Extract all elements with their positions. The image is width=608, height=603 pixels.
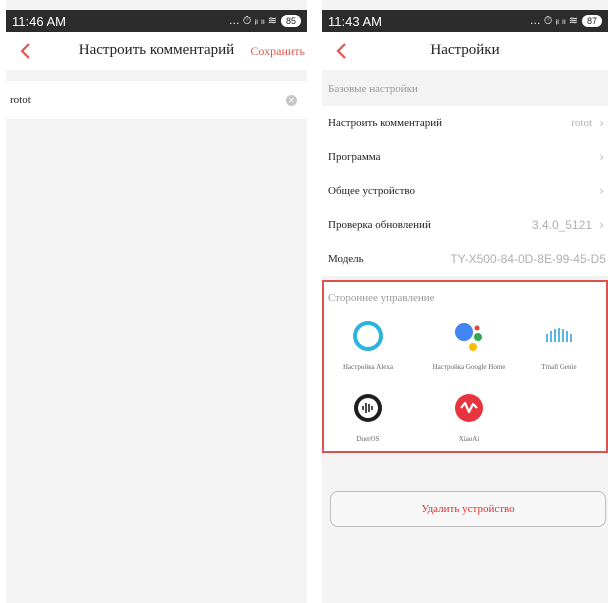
row-program[interactable]: Программа › bbox=[322, 140, 608, 174]
chevron-right-icon: › bbox=[599, 218, 604, 232]
alexa-setup[interactable]: Настройка Alexa bbox=[323, 320, 413, 371]
signal-wifi-icon: … ⏱ ᵢₗ ₗₗ ≋ bbox=[228, 15, 277, 27]
row-model: Модель TY-X500-84-0D-8E-99-45-D5 bbox=[322, 242, 608, 276]
row-value: rotot bbox=[571, 117, 592, 129]
settings-screen: 11:43 AM … ⏱ ᵢₗ ₗₗ ≋ 87 Настройки Базовы… bbox=[322, 0, 608, 603]
battery-icon: 87 bbox=[581, 15, 602, 27]
assistant-label: XiaoAi bbox=[458, 435, 480, 443]
row-value: 3.4.0_5121 bbox=[531, 218, 592, 232]
page-title: Настройки bbox=[430, 42, 500, 58]
delete-device-button[interactable]: Удалить устройство bbox=[330, 491, 606, 527]
google-home-setup[interactable]: Настройка Google Home bbox=[424, 320, 514, 371]
dueros-setup[interactable]: DuerOS bbox=[323, 392, 413, 443]
google-assistant-icon bbox=[455, 323, 482, 351]
xiaoai-setup[interactable]: XiaoAi bbox=[424, 392, 514, 443]
row-label: Программа bbox=[328, 151, 381, 163]
comment-screen: 11:46 AM … ⏱ ᵢₗ ₗₗ ≋ 85 Настроить коммен… bbox=[6, 0, 307, 603]
nav-bar: Настроить комментарий Сохранить bbox=[6, 32, 307, 70]
status-icons: … ⏱ ᵢₗ ₗₗ ≋ 87 bbox=[530, 14, 602, 28]
save-button[interactable]: Сохранить bbox=[250, 44, 305, 59]
third-party-control-section: Стороннее управление Настройка Alexa Нас… bbox=[322, 280, 608, 453]
tmall-genie-icon bbox=[546, 328, 572, 342]
dueros-icon bbox=[354, 394, 382, 422]
row-value: TY-X500-84-0D-8E-99-45-D5 bbox=[450, 252, 606, 266]
third-party-header: Стороннее управление bbox=[328, 292, 435, 304]
chevron-right-icon: › bbox=[599, 116, 604, 130]
assistant-label: DuerOS bbox=[356, 435, 380, 443]
row-label: Проверка обновлений bbox=[328, 219, 431, 231]
row-shared-device[interactable]: Общее устройство › bbox=[322, 174, 608, 208]
assistant-label: Tmall Genie bbox=[541, 363, 577, 371]
status-time: 11:46 AM bbox=[12, 13, 66, 29]
row-comment[interactable]: Настроить комментарий rotot › bbox=[322, 106, 608, 140]
clear-icon[interactable]: ✕ bbox=[286, 95, 297, 106]
chevron-right-icon: › bbox=[599, 150, 604, 164]
nav-bar: Настройки bbox=[322, 32, 608, 70]
row-label: Настроить комментарий bbox=[328, 117, 442, 129]
battery-icon: 85 bbox=[280, 15, 301, 27]
status-icons: … ⏱ ᵢₗ ₗₗ ≋ 85 bbox=[229, 14, 301, 28]
tmall-genie-setup[interactable]: Tmall Genie bbox=[514, 320, 604, 371]
alexa-icon bbox=[353, 321, 383, 351]
row-label: Модель bbox=[328, 253, 364, 265]
row-check-updates[interactable]: Проверка обновлений 3.4.0_5121 › bbox=[322, 208, 608, 242]
status-bar: 11:43 AM … ⏱ ᵢₗ ₗₗ ≋ 87 bbox=[322, 10, 608, 32]
comment-input-value[interactable]: rotot bbox=[10, 94, 31, 106]
xiaoai-icon bbox=[455, 394, 483, 422]
status-bar: 11:46 AM … ⏱ ᵢₗ ₗₗ ≋ 85 bbox=[6, 10, 307, 32]
basic-settings-header: Базовые настройки bbox=[328, 83, 418, 95]
status-time: 11:43 AM bbox=[328, 13, 382, 29]
signal-wifi-icon: … ⏱ ᵢₗ ₗₗ ≋ bbox=[529, 15, 578, 27]
chevron-right-icon: › bbox=[599, 184, 604, 198]
comment-input[interactable]: rotot ✕ bbox=[6, 81, 307, 119]
assistant-label: Настройка Google Home bbox=[432, 363, 506, 371]
row-label: Общее устройство bbox=[328, 185, 416, 197]
assistant-label: Настройка Alexa bbox=[342, 363, 394, 371]
